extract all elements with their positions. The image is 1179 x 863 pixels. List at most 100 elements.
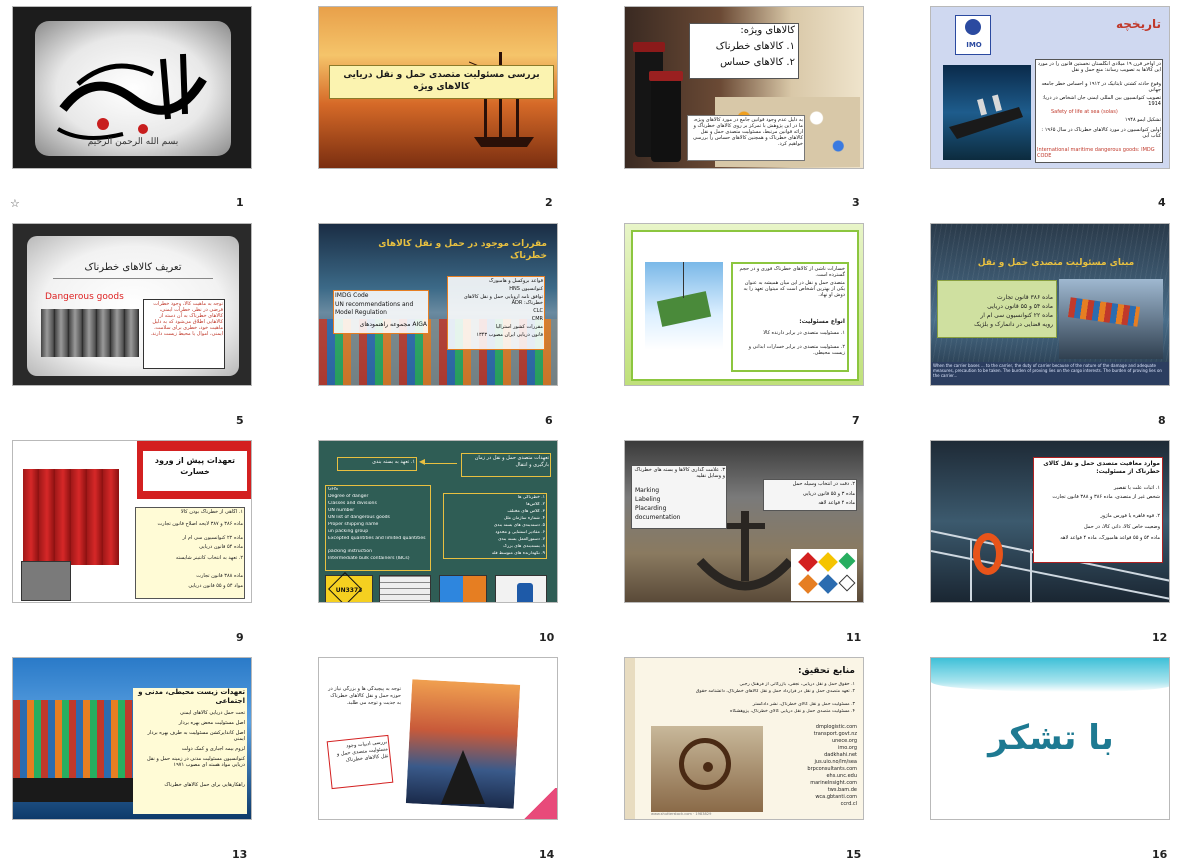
slide-15-ref-4: ۴. مسئولیت متصدی حمل و نقل دریایی کالای … xyxy=(730,709,855,714)
slide-1-transition-icon[interactable]: ☆ xyxy=(10,197,20,210)
slide-thumbnail-1[interactable]: بسم الله الرحمن الرحیم xyxy=(12,6,252,169)
slide-15-link-12[interactable]: ccrd.cl xyxy=(785,801,857,807)
slide-thumbnail-13[interactable]: تعهدات زیست محیطی، مدنی و اجتماعی تحت حم… xyxy=(12,657,252,820)
slide-thumbnail-5[interactable]: تعریف کالاهای خطرناک Dangerous goods توج… xyxy=(12,223,252,386)
slide-7-point-1: خسارات ناشی از کالاهای خطرناک فوری و در … xyxy=(739,266,845,278)
slide-thumbnail-8[interactable]: مبنای مسئولیت متصدی حمل و نقل ماده ۳۸۶ ق… xyxy=(930,223,1170,386)
slide-11-right-heading: ۲. دقت در انتخاب وسیله حمل xyxy=(792,481,855,487)
slide-thumbnail-10[interactable]: تعهدات متصدی حمل و نقل در زمان بارگیری و… xyxy=(318,440,558,603)
slide-thumbnail-12[interactable]: موارد معافیت متصدی حمل و نقل کالای خطرنا… xyxy=(930,440,1170,603)
slide-10-right-5: ۵. دسته‌بندی های بسته بندی xyxy=(493,523,545,528)
slide-10-left-9: packing instruction xyxy=(328,549,372,554)
slide-15-link-9[interactable]: marinelnsight.com xyxy=(785,780,857,786)
slide-13-bullet-1: تحت حمل دریایی کالاهای ایمنی xyxy=(180,710,245,716)
slide-4-bullet-4: تشکیل ایمو ۱۹۴۸ xyxy=(1124,117,1161,123)
slide-8-law-1: ماده ۳۸۶ قانون تجارت xyxy=(996,294,1053,301)
red-barrels-image xyxy=(23,469,119,565)
slide-10-right-2: ۲. کلاس‌ها xyxy=(526,502,545,507)
slide-10-right-6: ۶. مقادیر استثنایی و محدود xyxy=(495,530,545,535)
slide-15-link-2[interactable]: transport.govt.nz xyxy=(785,731,857,737)
slide-15-link-6[interactable]: jus.uio.no/lm/sea xyxy=(785,759,857,765)
slide-4-bullet-2: وقوع حادثه کشتی تایتانیک در ۱۹۱۲ و احساس… xyxy=(1041,81,1161,93)
slide-11-left-en-1: Marking xyxy=(635,487,660,494)
slide-8-law-4: رویه قضایی در دانمارک و بلژیک xyxy=(974,321,1053,328)
slide-9-item-3: ماده ۲۲ کنوانسیون سی ام آر xyxy=(182,535,244,541)
slide-10-left-1: GHS xyxy=(328,487,338,492)
slide-10-arrow-head-icon: ◀ xyxy=(419,457,426,466)
ship-silhouette-image xyxy=(469,52,534,147)
slide-12-item-1: ۱. اثبات علت یا تقصیر xyxy=(1113,485,1160,491)
slide-number-10: 10 xyxy=(539,631,555,644)
slide-number-1: 1 xyxy=(236,196,244,209)
slide-9-item-7: مواد ۵۴ و ۵۵ قانون دریایی xyxy=(188,583,243,589)
slide-12-item-4: وضعیت خاص کالا، ذاتی کالا، در حمل xyxy=(1083,524,1160,530)
slide-6-right-6: مقررات کشور استرالیا xyxy=(495,324,543,330)
slide-15-link-10[interactable]: tws.bam.de xyxy=(785,787,857,793)
slide-number-6: 6 xyxy=(545,414,553,427)
slide-10-left-4: UN number xyxy=(328,508,355,513)
slide-3-body: به دلیل عدم وجود قوانین جامع در مورد کال… xyxy=(692,117,803,147)
slide-15-link-5[interactable]: dadkhahi.net xyxy=(785,752,857,758)
calligraphy-image xyxy=(56,53,207,140)
slide-6-right-4: CLC xyxy=(533,308,543,314)
slide-6-right-1: قواعد بروکسل و هامبورگ xyxy=(488,278,543,284)
slide-9-item-2: ماده ۳۸۶ و ۳۸۷ لایحه اصلاح قانون تجارت xyxy=(157,521,243,527)
slide-thumbnail-14[interactable]: توجه به پیچیدگی ها و بزرگی نیاز در حوزه … xyxy=(318,657,558,820)
slide-12-item-3: ۲. قوه قاهره یا فورس ماژور xyxy=(1100,513,1160,519)
slide-10-left-6: Proper shipping name xyxy=(328,522,379,527)
imo-globe-icon xyxy=(965,19,981,35)
slide-12-item-2: شخص غیر از متصدی، ماده ۳۸۶ و ۳۸۸ قانون ت… xyxy=(1052,494,1160,500)
slide-number-3: 3 xyxy=(852,196,860,209)
slide-15-ref-1: ۱. حقوق حمل و نقل دریایی، نجفی، بازرگانی… xyxy=(739,682,855,687)
slide-10-right-4: ۴. شماره سازمان ملل xyxy=(503,516,545,521)
slide-thumbnail-16[interactable]: با تشکر xyxy=(930,657,1170,820)
slide-7-type-1: ۱. مسئولیت متصدی در برابر دارنده کالا xyxy=(763,330,845,336)
slide-15-link-11[interactable]: wca.gbtanti.com xyxy=(785,794,857,800)
slide-15-ref-3: ۳. مسئولیت حمل و نقل کالای خطرناک، نشر د… xyxy=(752,702,855,707)
life-ring-icon xyxy=(973,533,1003,575)
slide-10-left-10: Intermediate bulk containers (IBCs) xyxy=(328,556,410,561)
slide-4-bullet-3: تصویب کنوانسیون بین المللی ایمنی جان اشخ… xyxy=(1042,95,1161,107)
slide-number-4: 4 xyxy=(1158,196,1166,209)
slide-thumbnail-6[interactable]: مقررات موجود در حمل و نقل کالاهای خطرناک… xyxy=(318,223,558,386)
slide-4-bullet-1: در اواخر قرن ۱۹ میلادی انگلستان نخستین ق… xyxy=(1037,61,1161,73)
slide-15-link-1[interactable]: dmplogistic.com xyxy=(785,724,857,730)
slide-11-left-heading: ۳. علامت گذاری کالاها و بسته های خطرناک … xyxy=(634,467,725,479)
slide-9-item-4: ماده ۵۴ قانون دریایی xyxy=(199,544,243,550)
slide-thumbnail-11[interactable]: ۳. علامت گذاری کالاها و بسته های خطرناک … xyxy=(624,440,864,603)
slide-14-corner-decor xyxy=(519,788,557,819)
slide-thumbnail-9[interactable]: تعهدات پیش از ورود خسارت ۱. آگاهی از خطر… xyxy=(12,440,252,603)
slide-1-calligraphy-text: بسم الله الرحمن الرحیم xyxy=(87,137,179,147)
slide-10-arrow xyxy=(423,463,457,464)
slide-thumbnail-4[interactable]: تاریخچه IMO در اواخر قرن ۱۹ میلادی انگلس… xyxy=(930,6,1170,169)
titanic-ship-shape xyxy=(949,94,1023,139)
slide-thumbnail-15[interactable]: منابع تحقیق: ۱. حقوق حمل و نقل دریایی، ن… xyxy=(624,657,864,820)
slide-15-title: منابع تحقیق: xyxy=(797,666,855,676)
slide-5-subtitle: Dangerous goods xyxy=(45,292,124,302)
slide-2-title: بررسی مسئولیت متصدی حمل و نقل دریایی کال… xyxy=(343,70,540,92)
slide-15-link-3[interactable]: unece.org xyxy=(785,738,857,744)
imo-logo-text: IMO xyxy=(966,41,982,49)
slide-15-link-7[interactable]: brpconsultants.com xyxy=(785,766,857,772)
slide-thumbnail-7[interactable]: خسارات ناشی از کالاهای خطرناک فوری و در … xyxy=(624,223,864,386)
slide-3-item-2: ۲. کالاهای حساس xyxy=(720,57,795,68)
slide-number-9: 9 xyxy=(236,631,244,644)
slide-10-title: تعهدات متصدی حمل و نقل در زمان بارگیری و… xyxy=(474,455,549,468)
slide-10-arrow-label: ۱. تعهد به بسته بندی xyxy=(372,459,415,465)
slide-15-link-4[interactable]: imo.org xyxy=(785,745,857,751)
slide-10-right-9: ۹. نگهدارنده های متوسط فله xyxy=(491,551,545,556)
slide-thumbnail-2[interactable]: بررسی مسئولیت متصدی حمل و نقل دریایی کال… xyxy=(318,6,558,169)
slide-9-item-1: ۱. آگاهی از خطرناک بودن کالا xyxy=(180,509,243,515)
slide-number-7: 7 xyxy=(852,414,860,427)
slide-15-watermark: www.shutterstock.com · 1983829 xyxy=(651,812,712,816)
slide-13-bullet-4: لزوم بیمه اجباری و کمک دولت xyxy=(181,746,245,752)
slide-number-14: 14 xyxy=(539,848,555,861)
slide-15-link-8[interactable]: ehs.unc.edu xyxy=(785,773,857,779)
slide-13-bullet-2: اصل مسئولیت محض بهره بردار xyxy=(178,720,245,726)
hazard-barrels-image xyxy=(21,561,71,601)
slide-thumbnail-3[interactable]: کالاهای ویژه: ۱. کالاهای خطرناک ۲. کالاه… xyxy=(624,6,864,169)
crane-cable xyxy=(683,262,684,298)
slide-4-english-2: International maritime dangerous goods: … xyxy=(1037,147,1155,159)
slide-13-bullet-5: کنوانسیون مسئولیت مدنی در زمینه حمل و نق… xyxy=(147,756,245,768)
slide-10-right-7: ۷. دستورالعمل بسته بندی xyxy=(498,537,545,542)
